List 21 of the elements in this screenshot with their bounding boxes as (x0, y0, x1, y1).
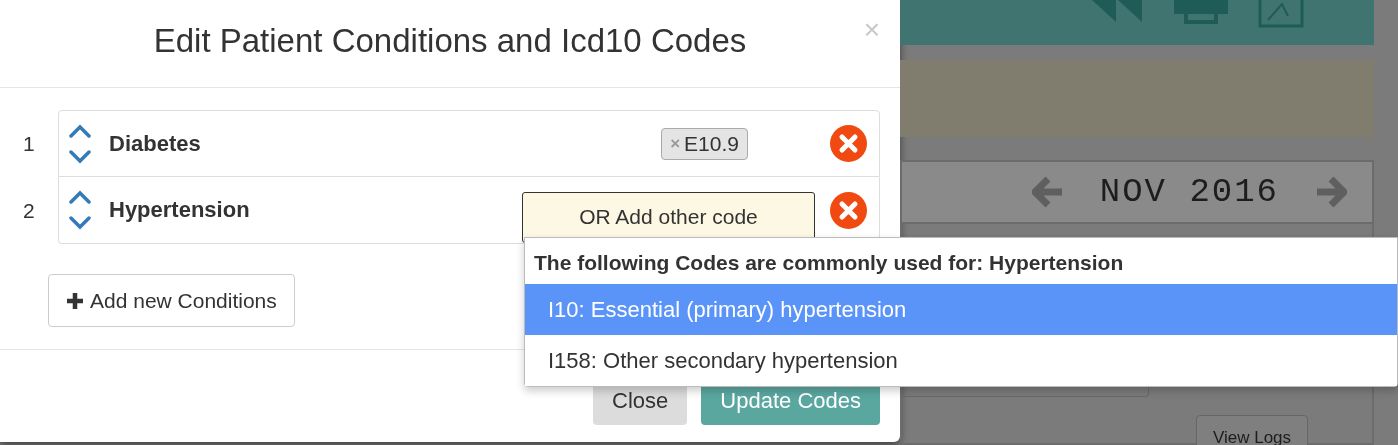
arrow-right-icon[interactable] (1315, 176, 1347, 208)
chevron-down-icon[interactable] (69, 216, 91, 230)
chevron-up-icon[interactable] (69, 190, 91, 204)
dropdown-heading: The following Codes are commonly used for: Hypertension (533, 250, 1125, 276)
remove-icon[interactable] (830, 125, 867, 162)
tag-remove[interactable]: × (670, 133, 681, 154)
condition-name: Hypertension (109, 197, 251, 223)
chevron-up-icon[interactable] (69, 123, 91, 138)
dropdown-option[interactable]: I158: Other secondary hypertension (525, 335, 1397, 386)
add-conditions-button[interactable]: Add new Conditions (48, 274, 295, 327)
condition-name: Diabetes (109, 130, 202, 157)
code-label: E10.9 (684, 131, 739, 156)
arrow-left-icon[interactable] (1031, 176, 1064, 208)
dropdown-option[interactable]: I10: Essential (primary) hypertension (525, 284, 1397, 335)
row-number: 2 (22, 198, 36, 223)
dialog-title: Edit Patient Conditions and Icd10 Codes (153, 21, 747, 61)
row-number: 1 (22, 131, 36, 156)
month-label: NOV 2016 (1099, 173, 1279, 211)
plus-icon (66, 291, 84, 310)
chevron-down-icon[interactable] (69, 149, 91, 164)
remove-icon[interactable] (830, 191, 867, 229)
